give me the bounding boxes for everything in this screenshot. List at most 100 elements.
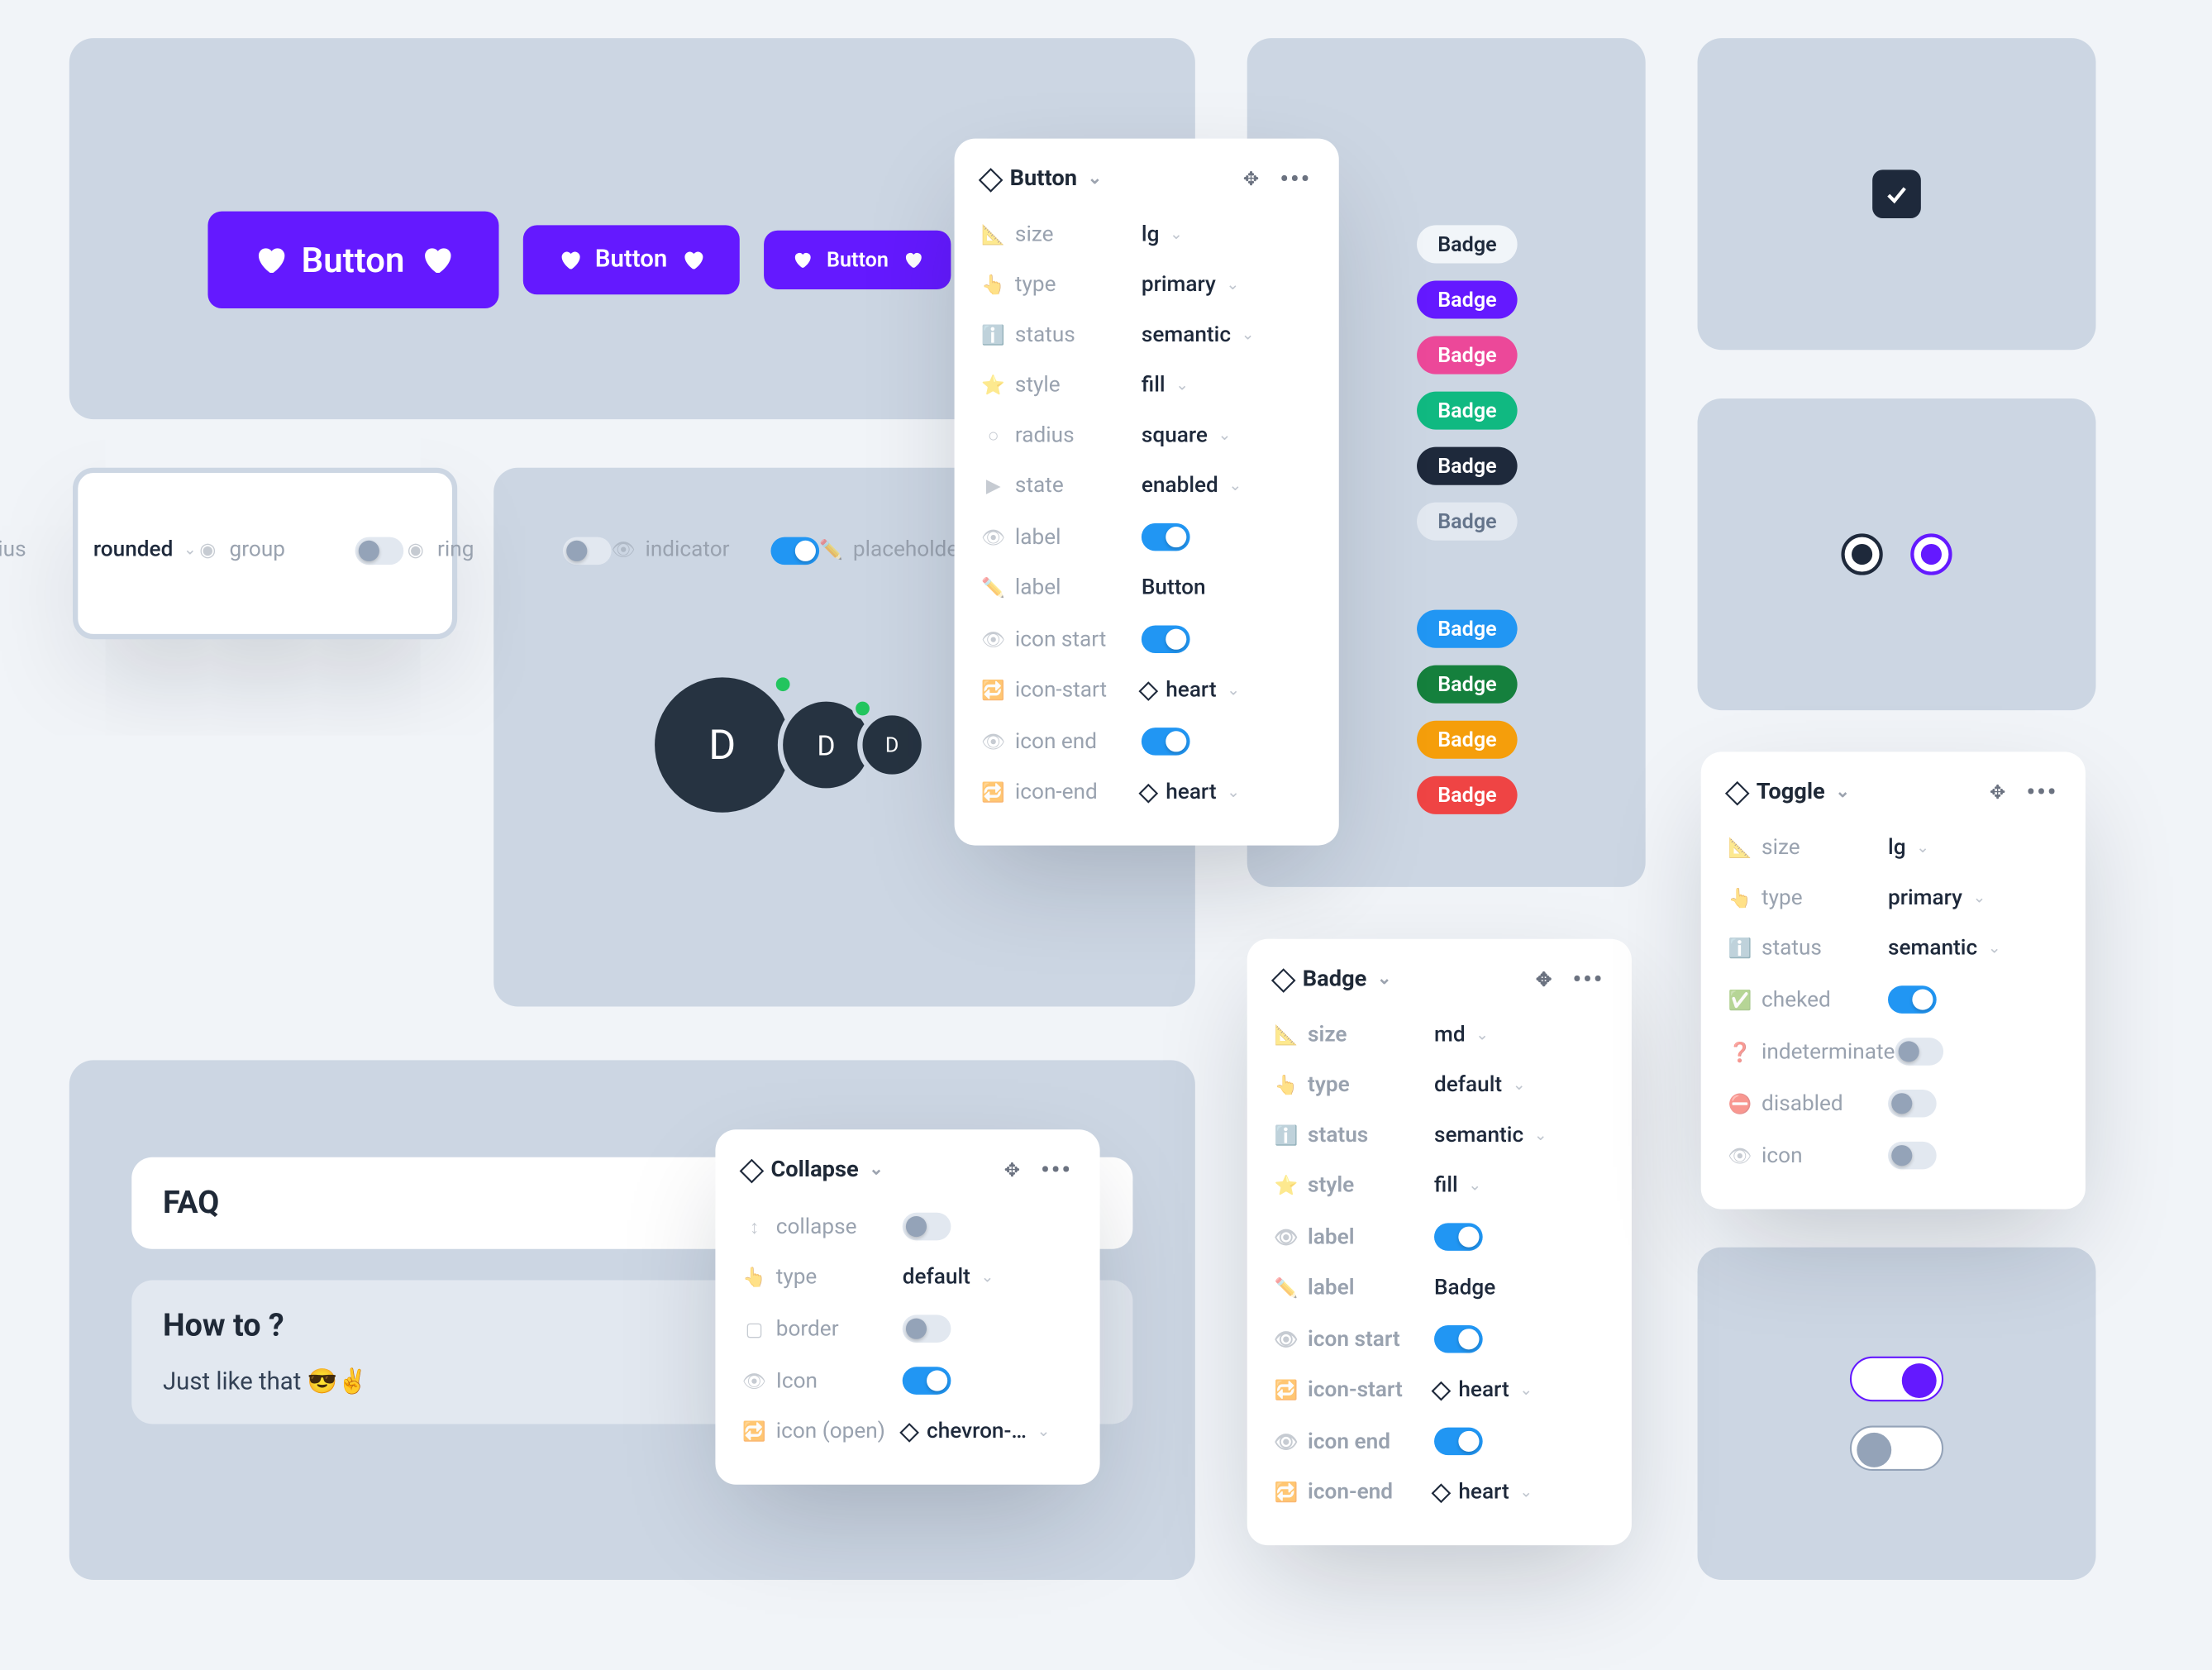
prop-size[interactable]: 📐sizelg⌄: [982, 210, 1311, 260]
badge-white[interactable]: Badge: [1417, 225, 1518, 263]
prop-group[interactable]: ◉group: [197, 524, 404, 576]
prop-checked[interactable]: ✅cheked: [1728, 974, 2057, 1026]
move-icon[interactable]: ✥: [1990, 780, 2005, 804]
star-icon: ⭐: [1275, 1175, 1297, 1197]
chevron-down-icon[interactable]: ⌄: [869, 1161, 884, 1180]
prop-border[interactable]: ▢border: [743, 1303, 1072, 1355]
more-icon[interactable]: •••: [2026, 780, 2057, 804]
component-icon: [1271, 967, 1296, 992]
move-icon[interactable]: ✥: [1004, 1158, 1020, 1182]
more-icon[interactable]: •••: [1280, 167, 1311, 191]
label-toggle[interactable]: [1434, 1223, 1483, 1251]
prop-icon-start[interactable]: 🔁icon-startheart⌄: [982, 666, 1311, 716]
toggle-on[interactable]: [1850, 1357, 1943, 1401]
prop-icon-start-toggle[interactable]: 👁icon start: [982, 613, 1311, 666]
more-icon[interactable]: •••: [1572, 967, 1604, 991]
prop-style[interactable]: ⭐stylefill⌄: [1275, 1161, 1604, 1211]
chevron-down-icon[interactable]: ⌄: [1088, 169, 1103, 188]
prop-icon[interactable]: 👁Icon: [743, 1355, 1072, 1407]
prop-icon-end-toggle[interactable]: 👁icon end: [982, 715, 1311, 767]
prop-state[interactable]: ▶stateenabled⌄: [982, 460, 1311, 511]
button-lg[interactable]: Button: [207, 212, 498, 308]
group-toggle[interactable]: [356, 537, 405, 565]
prop-label[interactable]: ✏️labelBadge: [1275, 1263, 1604, 1314]
prop-type[interactable]: 👆typeprimary⌄: [982, 260, 1311, 310]
indicator-toggle[interactable]: [771, 537, 820, 565]
collapse-title: How to ?: [163, 1308, 284, 1344]
prop-icon-end-toggle[interactable]: 👁icon end: [1275, 1415, 1604, 1467]
more-icon[interactable]: •••: [1041, 1158, 1072, 1182]
target-icon: ◉: [404, 539, 427, 561]
prop-label-toggle[interactable]: 👁label: [1275, 1211, 1604, 1263]
chevron-down-icon[interactable]: ⌄: [1835, 783, 1850, 802]
heart-icon: [681, 248, 705, 272]
prop-icon-end[interactable]: 🔁icon-endheart⌄: [1275, 1467, 1604, 1518]
icon-start-toggle[interactable]: [1434, 1325, 1483, 1353]
prop-radius[interactable]: ○radiusrounded⌄: [0, 525, 197, 575]
ruler-icon: 📐: [1728, 837, 1751, 859]
collapse-title: FAQ: [163, 1185, 219, 1221]
prop-icon-start[interactable]: 🔁icon-startheart⌄: [1275, 1365, 1604, 1415]
badge-pink[interactable]: Badge: [1417, 336, 1518, 375]
badge-dark[interactable]: Badge: [1417, 447, 1518, 485]
panel-title: Toggle: [1757, 780, 1825, 805]
avatar-lg[interactable]: D: [650, 672, 795, 818]
checkbox-checked[interactable]: [1872, 169, 1921, 218]
button-sm[interactable]: Button: [765, 231, 951, 289]
prop-label[interactable]: ✏️labelButton: [982, 563, 1311, 613]
square-icon: ▢: [743, 1318, 765, 1340]
prop-status[interactable]: ℹ️statussemantic⌄: [1275, 1110, 1604, 1161]
prop-size[interactable]: 📐sizemd⌄: [1275, 1010, 1604, 1061]
pointer-icon: 👆: [982, 274, 1004, 296]
ring-toggle[interactable]: [564, 537, 613, 565]
avatar-inspector-panel: Avatar ⌄ ✥ ••• 📐sizelg⌄ ✏️contentplaceho…: [73, 468, 457, 639]
badge-light[interactable]: Badge: [1417, 503, 1518, 541]
badge-red[interactable]: Badge: [1417, 776, 1518, 814]
prop-radius[interactable]: ○radiussquare⌄: [982, 411, 1311, 461]
prop-indeterminate[interactable]: ❓indeterminate: [1728, 1025, 2057, 1077]
border-toggle[interactable]: [903, 1315, 951, 1343]
icon-end-toggle[interactable]: [1142, 728, 1190, 756]
collapse-toggle[interactable]: [903, 1213, 951, 1241]
badge-green[interactable]: Badge: [1417, 666, 1518, 704]
prop-size[interactable]: 📐sizelg⌄: [1728, 823, 2057, 873]
indeterminate-toggle[interactable]: [1895, 1038, 1943, 1066]
badge-blue[interactable]: Badge: [1417, 610, 1518, 648]
prop-icon-open[interactable]: 🔁icon (open)chevron-…⌄: [743, 1406, 1072, 1457]
prop-icon-end[interactable]: 🔁icon-endheart⌄: [982, 767, 1311, 818]
icon-start-toggle[interactable]: [1142, 625, 1190, 653]
prop-type[interactable]: 👆typedefault⌄: [743, 1252, 1072, 1303]
prop-icon-start-toggle[interactable]: 👁icon start: [1275, 1313, 1604, 1365]
prop-disabled[interactable]: ⛔disabled: [1728, 1077, 2057, 1129]
prop-collapse[interactable]: ↕collapse: [743, 1200, 1072, 1252]
badge-teal[interactable]: Badge: [1417, 392, 1518, 430]
avatar-sm[interactable]: D: [857, 710, 927, 780]
chevron-down-icon[interactable]: ⌄: [1377, 970, 1392, 989]
pointer-icon: 👆: [1728, 887, 1751, 909]
prop-status[interactable]: ℹ️statussemantic⌄: [982, 310, 1311, 360]
prop-icon[interactable]: 👁icon: [1728, 1129, 2057, 1181]
prop-ring[interactable]: ◉ring: [404, 524, 612, 576]
prop-status[interactable]: ℹ️statussemantic⌄: [1728, 923, 2057, 974]
swap-icon: 🔁: [982, 679, 1004, 701]
prop-type[interactable]: 👆typeprimary⌄: [1728, 873, 2057, 923]
prop-label-toggle[interactable]: 👁label: [982, 511, 1311, 563]
badge-purple[interactable]: Badge: [1417, 280, 1518, 318]
prop-indicator[interactable]: 👁indicator: [613, 524, 820, 576]
prop-type[interactable]: 👆typedefault⌄: [1275, 1060, 1604, 1110]
icon-toggle[interactable]: [1888, 1142, 1937, 1170]
icon-end-toggle[interactable]: [1434, 1428, 1483, 1456]
disabled-toggle[interactable]: [1888, 1090, 1937, 1118]
checked-toggle[interactable]: [1888, 985, 1937, 1014]
badge-yellow[interactable]: Badge: [1417, 721, 1518, 759]
radio-purple[interactable]: [1910, 533, 1952, 575]
panel-title: Badge: [1303, 966, 1367, 992]
toggle-off[interactable]: [1850, 1426, 1943, 1471]
icon-toggle[interactable]: [903, 1367, 951, 1395]
move-icon[interactable]: ✥: [1243, 167, 1259, 191]
move-icon[interactable]: ✥: [1536, 967, 1552, 991]
label-toggle[interactable]: [1142, 523, 1190, 551]
button-md[interactable]: Button: [522, 225, 740, 294]
prop-style[interactable]: ⭐stylefill⌄: [982, 360, 1311, 411]
radio-dark[interactable]: [1841, 533, 1882, 575]
